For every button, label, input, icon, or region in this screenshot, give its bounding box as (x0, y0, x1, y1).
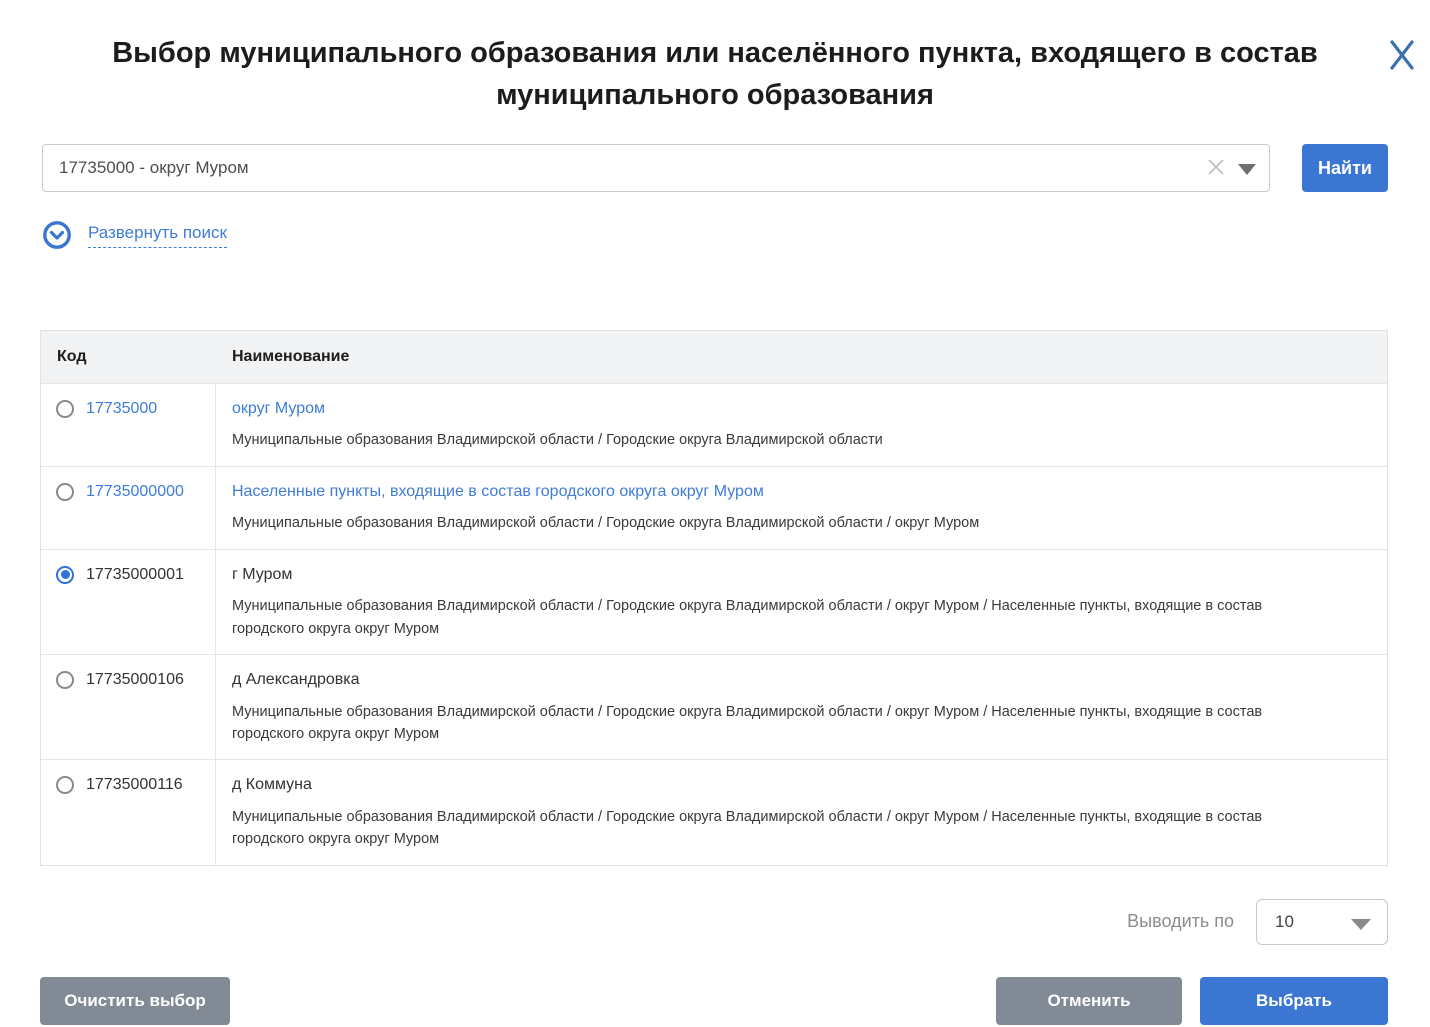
code-link[interactable]: 17735000000 (86, 481, 184, 503)
expand-search-row: Развернуть поиск (42, 220, 1430, 250)
table-row[interactable]: 17735000 округ Муром Муниципальные образ… (41, 383, 1387, 466)
search-row: Найти (42, 144, 1390, 192)
hierarchy-path: Муниципальные образования Владимирской о… (232, 512, 1332, 534)
results-table: Код Наименование 17735000 округ Муром Му… (40, 330, 1388, 866)
code-cell: 17735000 (41, 384, 216, 466)
name-cell: округ Муром Муниципальные образования Вл… (216, 384, 1387, 466)
table-header: Код Наименование (41, 331, 1387, 383)
page-size-value: 10 (1275, 912, 1294, 932)
column-header-name: Наименование (216, 331, 1387, 383)
expand-search-link[interactable]: Развернуть поиск (88, 223, 227, 248)
code-label: 17735000106 (86, 669, 184, 691)
close-icon[interactable] (1386, 38, 1418, 70)
table-row[interactable]: 17735000000 Населенные пункты, входящие … (41, 466, 1387, 549)
column-header-code: Код (41, 331, 216, 383)
select-button[interactable]: Выбрать (1200, 977, 1388, 1025)
search-input[interactable] (42, 144, 1270, 192)
clear-selection-button[interactable]: Очистить выбор (40, 977, 230, 1025)
name-cell: д Александровка Муниципальные образовани… (216, 655, 1387, 759)
page-size-label: Выводить по (1127, 911, 1234, 932)
municipality-select-dialog: Выбор муниципального образования или нас… (0, 32, 1430, 1027)
pagination-row: Выводить по 10 (0, 899, 1388, 945)
page-size-select[interactable]: 10 (1256, 899, 1388, 945)
name-label: д Коммуна (232, 774, 1363, 796)
name-cell: д Коммуна Муниципальные образования Влад… (216, 760, 1387, 864)
cancel-button[interactable]: Отменить (996, 977, 1182, 1025)
name-label: г Муром (232, 564, 1363, 586)
table-row[interactable]: 17735000106 д Александровка Муниципальны… (41, 654, 1387, 759)
hierarchy-path: Муниципальные образования Владимирской о… (232, 701, 1332, 746)
search-combobox (42, 144, 1270, 192)
hierarchy-path: Муниципальные образования Владимирской о… (232, 429, 1332, 451)
circle-chevron-down-icon[interactable] (42, 220, 72, 250)
hierarchy-path: Муниципальные образования Владимирской о… (232, 806, 1332, 851)
name-link[interactable]: Населенные пункты, входящие в состав гор… (232, 481, 1363, 503)
chevron-down-icon (1351, 919, 1371, 930)
code-cell: 17735000000 (41, 467, 216, 549)
radio-button[interactable] (56, 483, 74, 501)
code-label: 17735000001 (86, 564, 184, 586)
radio-button[interactable] (56, 776, 74, 794)
code-cell: 17735000106 (41, 655, 216, 759)
name-cell: Населенные пункты, входящие в состав гор… (216, 467, 1387, 549)
code-cell: 17735000001 (41, 550, 216, 654)
find-button[interactable]: Найти (1302, 144, 1388, 192)
code-link[interactable]: 17735000 (86, 398, 157, 420)
radio-button[interactable] (56, 400, 74, 418)
clear-icon[interactable] (1206, 157, 1226, 177)
hierarchy-path: Муниципальные образования Владимирской о… (232, 595, 1332, 640)
name-cell: г Муром Муниципальные образования Владим… (216, 550, 1387, 654)
code-cell: 17735000116 (41, 760, 216, 864)
chevron-down-icon[interactable] (1238, 164, 1256, 175)
code-label: 17735000116 (86, 774, 183, 796)
table-row[interactable]: 17735000001 г Муром Муниципальные образо… (41, 549, 1387, 654)
radio-button[interactable] (56, 671, 74, 689)
page-title: Выбор муниципального образования или нас… (50, 32, 1380, 116)
table-row[interactable]: 17735000116 д Коммуна Муниципальные обра… (41, 759, 1387, 864)
name-link[interactable]: округ Муром (232, 398, 1363, 420)
radio-button-selected[interactable] (56, 566, 74, 584)
footer-buttons: Очистить выбор Отменить Выбрать (40, 977, 1388, 1025)
name-label: д Александровка (232, 669, 1363, 691)
